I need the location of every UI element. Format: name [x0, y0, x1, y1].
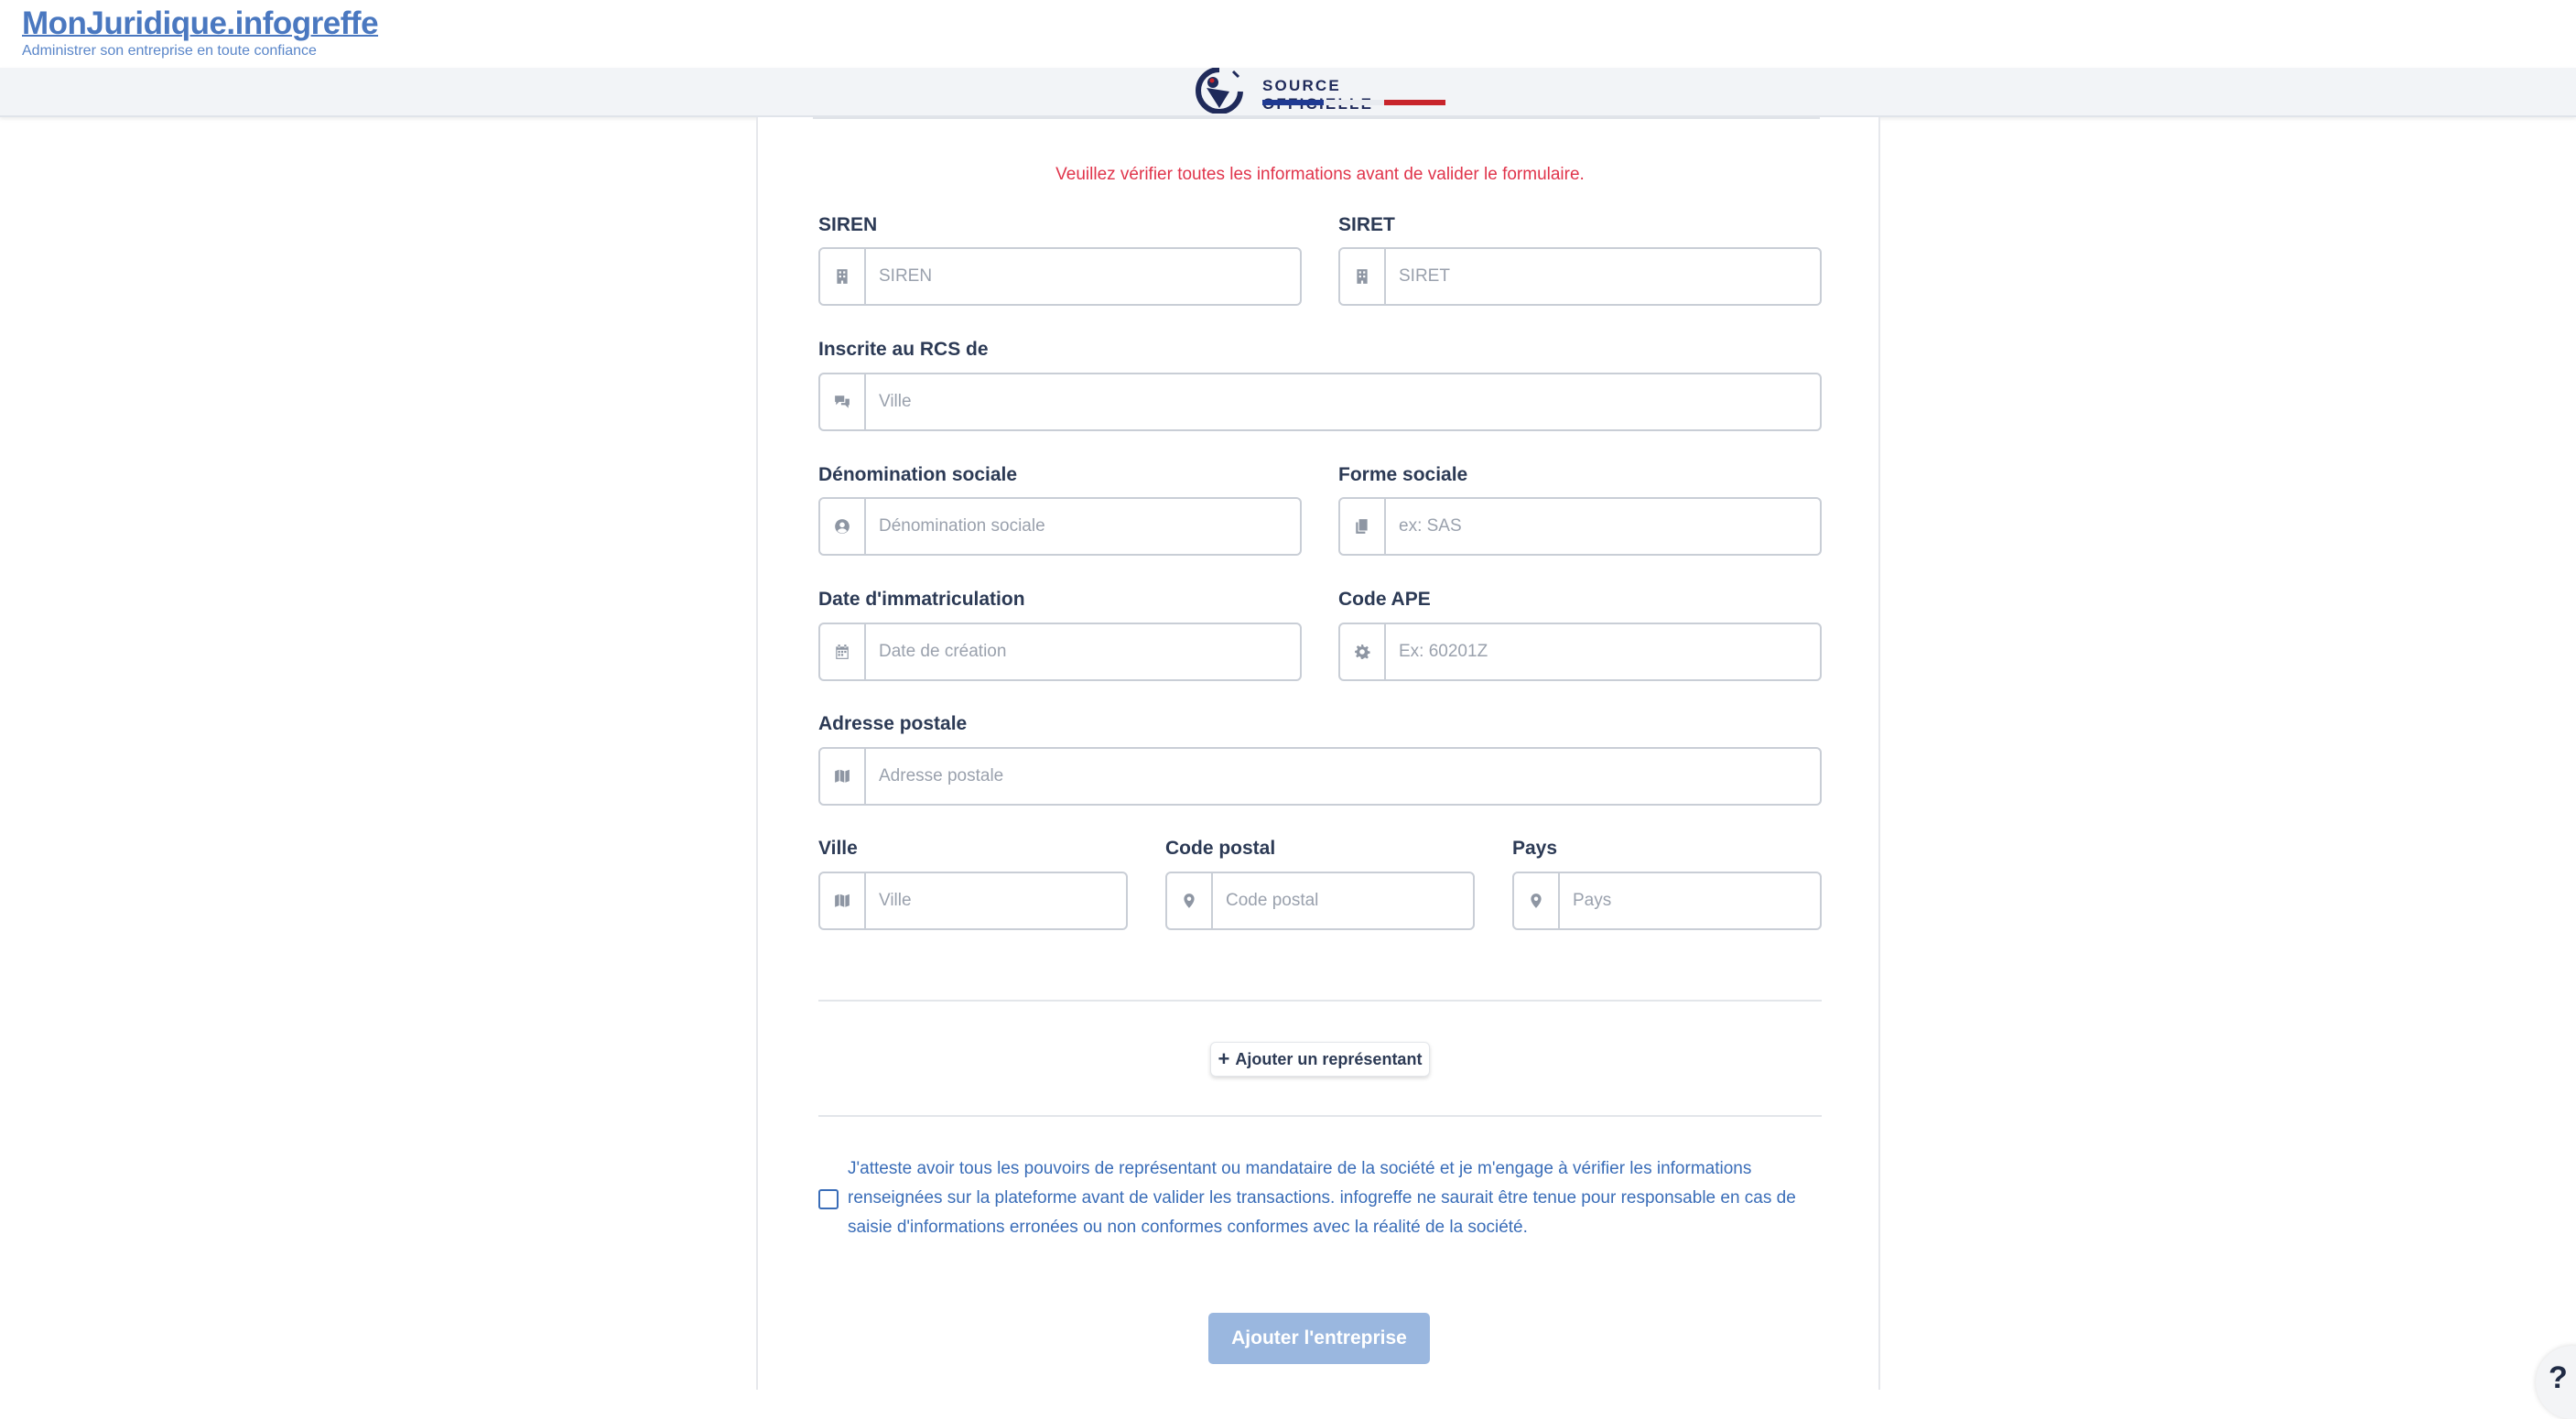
- french-flag-bar: [1262, 100, 1446, 105]
- section-divider: [818, 1000, 1822, 1002]
- siren-input[interactable]: [866, 249, 1300, 304]
- rcs-city-input[interactable]: [866, 374, 1820, 429]
- help-icon: ?: [2549, 1360, 2568, 1395]
- source-officielle-label: SOURCE OFFICIELLE: [1262, 77, 1371, 113]
- siret-field[interactable]: [1338, 247, 1822, 306]
- code-ape-field[interactable]: [1338, 623, 1822, 681]
- rcs-field[interactable]: [818, 373, 1822, 431]
- date-immatriculation-field[interactable]: [818, 623, 1302, 681]
- map-marker-icon: [1167, 873, 1213, 928]
- siren-field[interactable]: [818, 247, 1302, 306]
- date-immatriculation-input[interactable]: [866, 624, 1300, 679]
- comments-icon: [820, 374, 866, 429]
- map-icon: [820, 749, 866, 804]
- date-immatriculation-label: Date d'immatriculation: [818, 589, 1025, 610]
- code-postal-input[interactable]: [1213, 873, 1473, 928]
- logo-title[interactable]: MonJuridique.infogreffe: [22, 5, 379, 42]
- ville-input[interactable]: [866, 873, 1126, 928]
- ville-label: Ville: [818, 838, 858, 859]
- plus-icon: +: [1218, 1047, 1230, 1070]
- seal-icon: [1196, 68, 1243, 114]
- code-ape-label: Code APE: [1338, 589, 1431, 610]
- attestation-text[interactable]: J'atteste avoir tous les pouvoirs de rep…: [848, 1154, 1818, 1242]
- forme-sociale-input[interactable]: [1386, 499, 1820, 554]
- building-icon: [1340, 249, 1386, 304]
- adresse-postale-label: Adresse postale: [818, 713, 968, 734]
- siret-label: SIRET: [1338, 214, 1395, 235]
- code-postal-field[interactable]: [1165, 872, 1475, 930]
- ville-field[interactable]: [818, 872, 1128, 930]
- add-company-button[interactable]: Ajouter l'entreprise: [1208, 1313, 1430, 1364]
- source-officielle-banner: SOURCE OFFICIELLE: [0, 68, 2576, 117]
- logo[interactable]: MonJuridique.infogreffe Administrer son …: [22, 5, 379, 60]
- siret-input[interactable]: [1386, 249, 1820, 304]
- card-top-divider: [813, 117, 1820, 119]
- help-button[interactable]: ?: [2536, 1346, 2576, 1419]
- rcs-label: Inscrite au RCS de: [818, 339, 989, 360]
- gear-icon: [1340, 624, 1386, 679]
- user-circle-icon: [820, 499, 866, 554]
- copy-icon: [1340, 499, 1386, 554]
- logo-subtitle: Administrer son entreprise en toute conf…: [22, 43, 317, 59]
- denomination-label: Dénomination sociale: [818, 464, 1018, 485]
- company-form-card: Veuillez vérifier toutes les information…: [756, 117, 1880, 1390]
- form-warning: Veuillez vérifier toutes les information…: [1055, 165, 1585, 184]
- pays-label: Pays: [1512, 838, 1558, 859]
- top-header: MonJuridique.infogreffe Administrer son …: [0, 0, 2576, 68]
- denomination-input[interactable]: [866, 499, 1300, 554]
- pays-field[interactable]: [1512, 872, 1822, 930]
- calendar-icon: [820, 624, 866, 679]
- add-representative-button[interactable]: + Ajouter un représentant: [1210, 1042, 1430, 1077]
- denomination-field[interactable]: [818, 497, 1302, 556]
- forme-sociale-label: Forme sociale: [1338, 464, 1468, 485]
- pays-input[interactable]: [1560, 873, 1820, 928]
- source-officielle-badge: SOURCE OFFICIELLE: [1193, 68, 1449, 117]
- code-postal-label: Code postal: [1165, 838, 1276, 859]
- forme-sociale-field[interactable]: [1338, 497, 1822, 556]
- add-representative-label: Ajouter un représentant: [1235, 1049, 1423, 1068]
- map-icon: [820, 873, 866, 928]
- siren-label: SIREN: [818, 214, 878, 235]
- attestation-checkbox[interactable]: [818, 1189, 839, 1209]
- adresse-postale-input[interactable]: [866, 749, 1820, 804]
- code-ape-input[interactable]: [1386, 624, 1820, 679]
- section-divider: [818, 1115, 1822, 1117]
- building-icon: [820, 249, 866, 304]
- map-marker-icon: [1514, 873, 1560, 928]
- adresse-postale-field[interactable]: [818, 747, 1822, 806]
